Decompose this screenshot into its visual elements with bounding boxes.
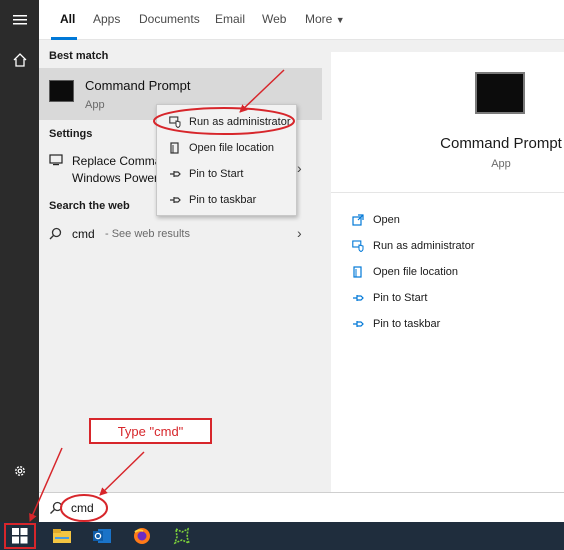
action-open-file-location-label: Open file location: [373, 266, 458, 278]
tab-more-label: More: [305, 12, 333, 26]
web-query-hint: - See web results: [105, 228, 190, 240]
context-pin-to-start[interactable]: Pin to Start: [157, 161, 296, 187]
shield-icon: [163, 116, 187, 128]
detail-divider: [331, 192, 564, 193]
action-pin-to-taskbar-label: Pin to taskbar: [373, 318, 441, 330]
pin-icon: [163, 168, 187, 180]
search-icon: [49, 227, 62, 240]
gear-icon: [14, 466, 25, 476]
search-icon: [50, 501, 63, 514]
context-pin-to-start-label: Pin to Start: [189, 168, 244, 180]
pin-icon: [349, 292, 367, 304]
tab-apps[interactable]: Apps: [93, 12, 120, 26]
best-match-header: Best match: [49, 50, 109, 62]
action-run-as-admin-label: Run as administrator: [373, 240, 475, 252]
detail-subtitle: App: [491, 158, 511, 170]
action-run-as-admin[interactable]: Run as administrator: [349, 236, 475, 256]
firefox-icon: [134, 528, 150, 544]
context-open-file-location[interactable]: Open file location: [157, 135, 296, 161]
caret-down-icon: ▼: [335, 15, 345, 25]
web-search-header: Search the web: [49, 200, 130, 212]
tab-documents[interactable]: Documents: [139, 12, 200, 26]
command-prompt-icon: [49, 80, 74, 102]
outlook-icon: [93, 529, 111, 543]
settings-header: Settings: [49, 128, 93, 140]
hamburger-menu-button[interactable]: [0, 4, 39, 36]
tab-email[interactable]: Email: [215, 12, 245, 26]
context-pin-to-taskbar[interactable]: Pin to taskbar: [157, 187, 296, 213]
taskbar-file-explorer[interactable]: [44, 522, 80, 550]
command-prompt-large-icon: [475, 72, 525, 114]
tab-all[interactable]: All: [60, 12, 75, 26]
tab-web[interactable]: Web: [262, 12, 286, 26]
web-search-item[interactable]: cmd - See web results ›: [39, 222, 322, 248]
context-run-as-admin-label: Run as administrator: [189, 116, 291, 128]
action-pin-to-start[interactable]: Pin to Start: [349, 288, 427, 308]
action-pin-to-taskbar[interactable]: Pin to taskbar: [349, 314, 440, 334]
context-open-file-location-label: Open file location: [189, 142, 274, 154]
filter-tabs: All Apps Documents Email Web More ▼: [39, 0, 564, 40]
detail-pane: Command Prompt App Open Run as administr…: [331, 52, 564, 492]
action-open-label: Open: [373, 214, 400, 226]
monitor-icon: [49, 154, 63, 166]
taskbar: [0, 522, 564, 550]
action-open[interactable]: Open: [349, 210, 400, 230]
shield-icon: [349, 240, 367, 252]
action-open-file-location[interactable]: Open file location: [349, 262, 458, 282]
settings-item-line1: Replace Comma: [72, 154, 162, 168]
tab-more[interactable]: More ▼: [305, 12, 345, 26]
taskbar-green-app[interactable]: [164, 522, 200, 550]
context-run-as-admin[interactable]: Run as administrator: [157, 109, 296, 135]
windows-start-icon: [12, 528, 28, 544]
best-match-subtitle: App: [85, 99, 105, 111]
home-icon: [13, 53, 26, 67]
settings-button[interactable]: [0, 455, 39, 487]
taskbar-firefox[interactable]: [124, 522, 160, 550]
folder-icon: [163, 142, 187, 154]
taskbar-outlook[interactable]: [84, 522, 120, 550]
action-pin-to-start-label: Pin to Start: [373, 292, 428, 304]
context-menu: Run as administrator Open file location …: [156, 104, 297, 216]
search-input[interactable]: [71, 501, 271, 515]
context-pin-to-taskbar-label: Pin to taskbar: [189, 194, 257, 206]
search-box: [39, 492, 564, 522]
chevron-right-icon: ›: [297, 225, 302, 241]
web-query-text: cmd: [72, 227, 95, 241]
home-button[interactable]: [0, 44, 39, 76]
type-cmd-callout: Type "cmd": [89, 418, 212, 444]
green-app-icon: [173, 527, 191, 545]
chevron-right-icon: ›: [297, 160, 302, 176]
detail-title: Command Prompt: [440, 135, 562, 152]
pin-icon: [163, 194, 187, 206]
start-button[interactable]: [2, 522, 38, 550]
start-rail: [0, 0, 39, 522]
file-icon: [349, 266, 367, 278]
best-match-title: Command Prompt: [85, 78, 191, 93]
hamburger-icon: [12, 15, 27, 25]
settings-item-line2: Windows Power: [72, 171, 159, 185]
open-icon: [349, 214, 367, 226]
file-explorer-icon: [53, 529, 71, 543]
pin-icon: [349, 318, 367, 330]
